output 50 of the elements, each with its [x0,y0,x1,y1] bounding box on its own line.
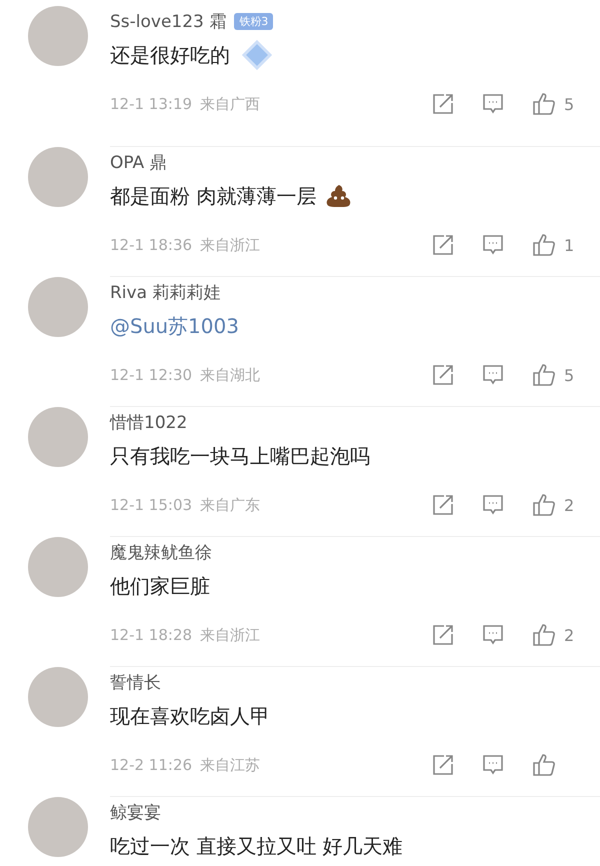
comment-location: 来自浙江 [200,626,260,644]
comment-location: 来自广东 [200,496,260,514]
comment-text: 都是面粉 肉就薄薄一层 [110,182,316,210]
fan-badge: 铁粉3 [234,12,274,30]
comment-time: 12-1 15:03 [110,496,192,514]
share-icon[interactable] [432,494,454,516]
comment-time: 12-1 18:28 [110,626,192,644]
like-count: 5 [564,366,574,384]
comment-location: 来自广西 [200,94,260,114]
comment-text: 吃过一次 直接又拉又吐 好几天难 [110,832,403,860]
thumbs-up-icon[interactable] [532,92,556,116]
comment-icon[interactable] [482,234,504,256]
share-icon[interactable] [432,624,454,646]
like-count: 2 [564,496,574,514]
comment-text: @Suu苏1003 [110,312,239,340]
share-icon[interactable] [432,364,454,386]
comment-time: 12-2 11:26 [110,756,192,774]
comment-time: 12-1 18:36 [110,236,192,254]
share-icon[interactable] [432,754,454,776]
comment-location: 来自江苏 [200,756,260,774]
comment-text: 还是很好吃的 [110,42,230,68]
comment-icon[interactable] [482,754,504,776]
comment-time: 12-1 13:19 [110,95,192,113]
thumbs-up-icon[interactable] [532,753,556,777]
username[interactable]: Riva 莉莉莉娃 [110,280,220,304]
comment-location: 来自湖北 [200,366,260,384]
username[interactable]: 惜惜1022 [110,410,188,434]
like-count: 5 [564,94,574,114]
share-icon[interactable] [432,93,454,115]
like-count: 2 [564,626,574,644]
comment-icon[interactable] [482,624,504,646]
like-count: 1 [564,236,574,254]
thumbs-up-icon[interactable] [532,623,556,647]
comment-text: 只有我吃一块马上嘴巴起泡吗 [110,442,370,470]
username[interactable]: Ss-love123 霜 [110,10,226,32]
share-icon[interactable] [432,234,454,256]
username[interactable]: OPA 鼎 [110,150,167,174]
comment-icon[interactable] [482,93,504,115]
comment-text: 他们家巨脏 [110,572,210,600]
thumbs-up-icon[interactable] [532,363,556,387]
thumbs-up-icon[interactable] [532,493,556,517]
comment-icon[interactable] [482,364,504,386]
username[interactable]: 魔鬼辣鱿鱼徐 [110,540,212,564]
comment-text: 现在喜欢吃卤人甲 [110,702,270,730]
comment-time: 12-1 12:30 [110,366,192,384]
username[interactable]: 誓情长 [110,670,161,694]
thumbs-up-icon[interactable] [532,233,556,257]
comment-location: 来自浙江 [200,236,260,254]
comment-icon[interactable] [482,494,504,516]
username[interactable]: 鲸宴宴 [110,800,161,824]
